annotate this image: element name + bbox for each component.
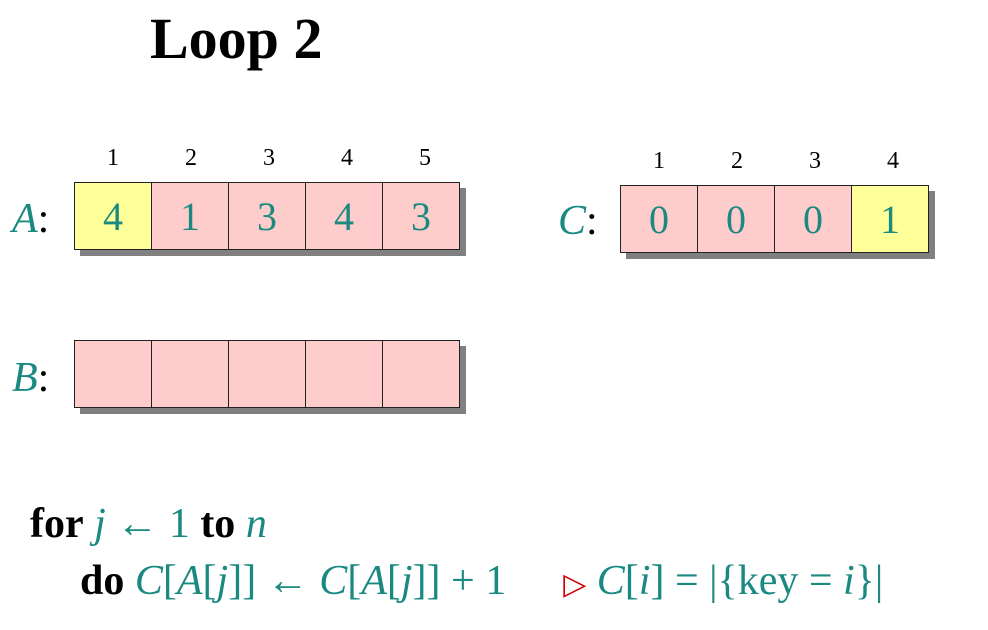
var-c: C [596, 558, 625, 604]
array-a-cell: 3 [382, 182, 460, 250]
var-j: j [400, 558, 413, 604]
array-a-indices: 1 2 3 4 5 [74, 146, 464, 170]
start-value: 1 [168, 501, 190, 547]
slide-title: Loop 2 [150, 6, 323, 71]
var-n: n [245, 501, 267, 547]
array-c-name: C [558, 198, 587, 244]
var-c: C [319, 558, 348, 604]
array-b-cell [74, 340, 152, 408]
array-a-cell: 3 [228, 182, 306, 250]
array-a-index: 3 [263, 145, 275, 171]
array-a-index: 5 [419, 145, 431, 171]
var-a: A [176, 558, 203, 604]
keyword-for: for [30, 501, 84, 547]
array-a-cells: 4 1 3 4 3 [74, 182, 460, 250]
array-c-cells: 0 0 0 1 [620, 185, 929, 253]
code-line-2: do C[A[j]] ← C[A[j]] + 1 ▷ C[i] = |{key … [80, 558, 884, 604]
var-i: i [843, 558, 855, 604]
array-b-cell [382, 340, 460, 408]
array-c-index: 3 [809, 148, 821, 174]
array-c-label: C: [558, 200, 598, 242]
assign-arrow: ← [266, 558, 309, 604]
array-c-cell: 0 [697, 185, 775, 253]
array-c-indices: 1 2 3 4 [620, 149, 932, 173]
array-b-cell [228, 340, 306, 408]
array-c-cell: 0 [774, 185, 852, 253]
array-b-name: B [12, 355, 38, 401]
array-a-name: A [12, 196, 38, 242]
comment-triangle-icon: ▷ [563, 568, 587, 601]
array-a-index: 1 [107, 145, 119, 171]
array-c-cell: 0 [620, 185, 698, 253]
array-c-index: 4 [887, 148, 899, 174]
array-a-cell: 1 [151, 182, 229, 250]
var-c: C [134, 558, 163, 604]
var-i: i [638, 558, 651, 604]
array-a-cell: 4 [74, 182, 152, 250]
array-b-cell [151, 340, 229, 408]
array-b-colon: : [37, 355, 50, 401]
array-a-index: 2 [185, 145, 197, 171]
array-a-colon: : [37, 196, 50, 242]
array-b-cell [305, 340, 383, 408]
assign-arrow: ← [116, 501, 159, 547]
code-line-1: for j ← 1 to n [30, 503, 267, 545]
array-c-colon: : [586, 198, 598, 244]
array-c-index: 1 [653, 148, 665, 174]
var-j: j [216, 558, 229, 604]
array-b-cells [74, 340, 460, 408]
array-c-index: 2 [731, 148, 743, 174]
array-b-label: B: [12, 357, 49, 399]
keyword-do: do [80, 558, 125, 604]
var-a: A [361, 558, 387, 604]
array-c-cell: 1 [851, 185, 929, 253]
var-j: j [94, 501, 106, 547]
array-a-index: 4 [341, 145, 353, 171]
array-a-label: A: [12, 198, 49, 240]
keyword-to: to [200, 501, 236, 547]
array-a-cell: 4 [305, 182, 383, 250]
